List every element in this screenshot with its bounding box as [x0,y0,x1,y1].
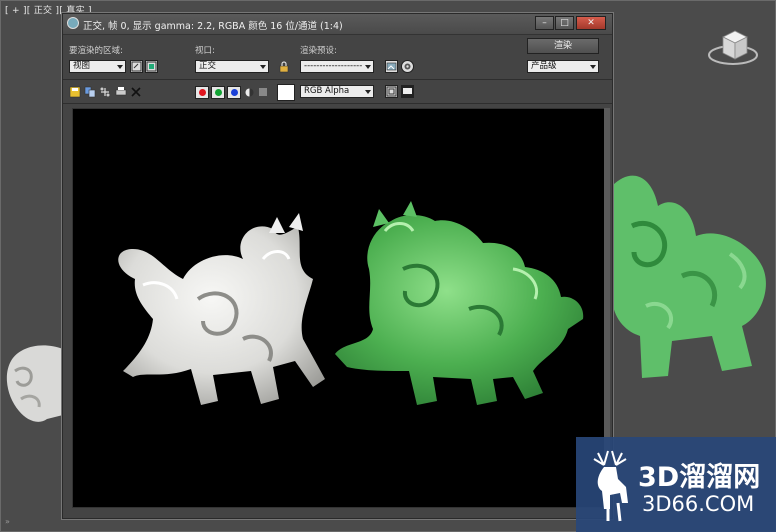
render-setup-icon[interactable] [385,60,398,73]
window-title: 正交, 帧 0, 显示 gamma: 2.2, RGBA 颜色 16 位/通道 … [83,21,343,32]
background-white-statue-fragment [6,345,63,422]
minimize-button[interactable]: – [535,16,554,30]
toolbar-separator [63,79,612,80]
save-image-icon[interactable] [69,86,81,98]
watermark-domain: 3D66.COM [642,492,755,516]
monochrome-icon[interactable] [259,88,267,96]
rendered-frame-window[interactable]: 正交, 帧 0, 显示 gamma: 2.2, RGBA 颜色 16 位/通道 … [62,13,613,519]
area-dropdown-value: 视图 [73,61,91,71]
preset-dropdown-value: ------------------- [304,61,363,71]
green-channel-icon [215,89,222,96]
frame-buffer-icon[interactable] [401,85,414,98]
blue-channel-toggle[interactable] [227,86,241,99]
blue-channel-icon [231,89,238,96]
maximize-button[interactable]: □ [555,16,574,30]
watermark-title: 3D溜溜网 [638,462,761,493]
viewcube-icon[interactable] [707,25,759,69]
edit-region-icon[interactable] [130,60,143,73]
copy-image-icon[interactable] [84,86,96,98]
area-dropdown[interactable]: 视图 [69,60,126,73]
quality-dropdown[interactable]: 产品级 [527,60,599,73]
auto-region-icon[interactable] [145,60,158,73]
render-output-area[interactable] [72,108,605,508]
app-icon [67,17,79,29]
window-titlebar[interactable]: 正交, 帧 0, 显示 gamma: 2.2, RGBA 颜色 16 位/通道 … [63,14,612,35]
area-label: 要渲染的区域: [69,46,123,56]
channel-dropdown[interactable]: RGB Alpha [300,85,374,98]
clear-icon[interactable] [130,86,142,98]
green-channel-toggle[interactable] [211,86,225,99]
color-swatch[interactable] [277,84,295,101]
environment-gear-icon[interactable] [401,60,414,73]
clone-frame-icon[interactable] [99,86,111,98]
render-area-separator [63,103,612,104]
close-button[interactable]: ✕ [576,16,606,30]
quality-dropdown-value: 产品级 [531,61,557,71]
viewport-dropdown[interactable]: 正交 [195,60,269,73]
rendered-image [118,201,584,405]
lock-icon[interactable] [278,60,291,73]
red-channel-icon [199,89,206,96]
viewport-dropdown-value: 正交 [199,61,217,71]
preset-label: 渲染预设: [300,46,337,56]
white-statue [118,213,326,405]
print-image-icon[interactable] [115,86,127,98]
preset-dropdown[interactable]: ------------------- [300,60,374,73]
display-toggle-icon[interactable] [385,85,398,98]
jade-statue [335,201,584,405]
background-jade-statue-fragment [612,175,766,378]
channel-dropdown-value: RGB Alpha [304,86,350,96]
corner-marker: » [5,517,10,526]
watermark-logo: 3D溜溜网 3D66.COM [576,437,776,532]
viewport-select-label: 视口: [195,46,215,56]
alpha-channel-icon[interactable] [245,88,254,97]
render-button[interactable]: 渲染 [527,38,599,54]
red-channel-toggle[interactable] [195,86,209,99]
deer-logo-icon [593,450,628,522]
